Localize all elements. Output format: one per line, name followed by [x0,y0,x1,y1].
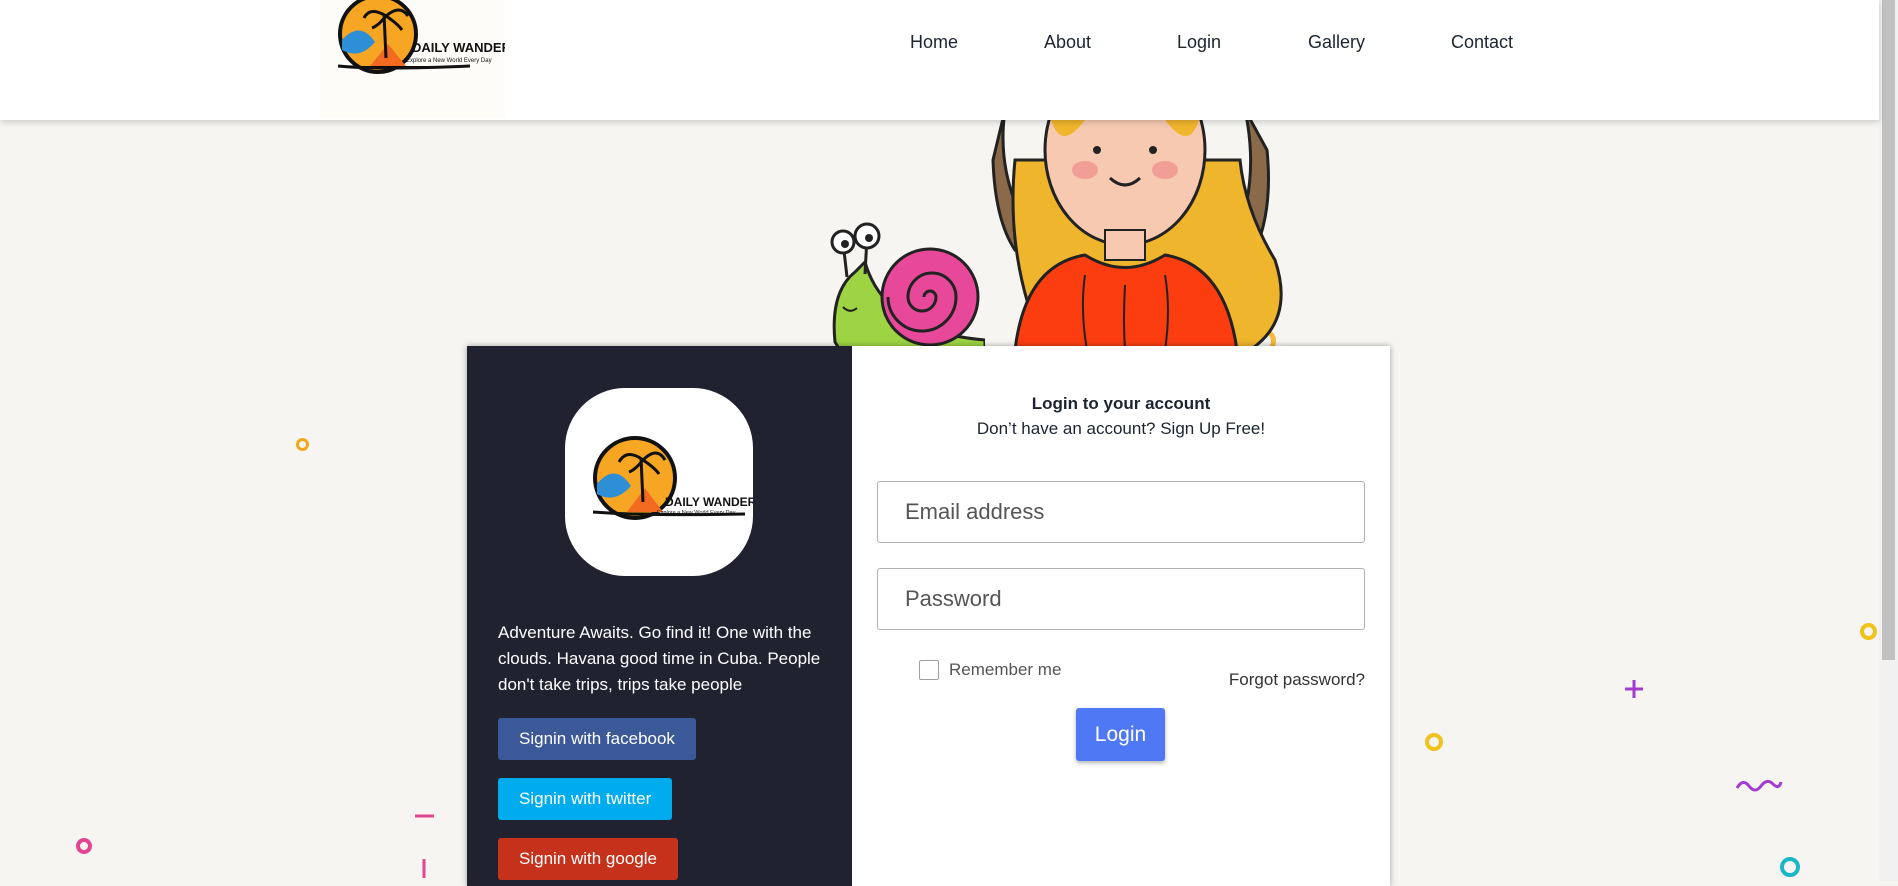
decor-ring [1860,623,1877,640]
decor-dash [422,859,426,878]
forgot-password-link[interactable]: Forgot password? [1229,670,1365,690]
promo-panel: DAILY WANDER Explore a New World Every D… [467,346,852,886]
scrollbar-thumb[interactable] [1882,0,1895,660]
logo-text: DAILY WANDER [412,40,505,55]
nav-contact[interactable]: Contact [1451,30,1513,54]
login-button[interactable]: Login [1076,708,1165,761]
login-title: Login to your account [1031,394,1211,413]
nav-home[interactable]: Home [910,30,958,54]
page-scrollbar[interactable] [1879,0,1898,881]
decor-ring [296,438,309,451]
email-field[interactable] [877,481,1365,543]
remember-me-label: Remember me [949,660,1062,679]
login-card: DAILY WANDER Explore a New World Every D… [467,346,1390,886]
panel-logo: DAILY WANDER Explore a New World Every D… [565,388,757,576]
decor-ring [76,838,92,854]
decor-dash [415,814,434,818]
signin-twitter-button[interactable]: Signin with twitter [498,778,673,820]
nav-about[interactable]: About [1044,30,1091,54]
nav-gallery[interactable]: Gallery [1308,30,1365,54]
snail-illustration [830,222,985,352]
panel-logo-subtext: Explore a New World Every Day [657,510,736,516]
top-navbar: DAILY WANDER Explore a New World Every D… [0,0,1879,120]
nav-login[interactable]: Login [1177,30,1221,54]
panel-logo-text: DAILY WANDER [665,495,753,509]
traveler-girl-illustration [991,100,1283,350]
signin-google-button[interactable]: Signin with google [498,838,678,880]
logo-subtext: Explore a New World Every Day [406,58,492,64]
remember-me-checkbox[interactable] [919,660,939,680]
decor-ring [1425,733,1443,751]
site-logo[interactable]: DAILY WANDER Explore a New World Every D… [320,0,512,118]
decor-plus [1625,680,1643,698]
signin-facebook-button[interactable]: Signin with facebook [498,718,696,760]
password-field[interactable] [877,568,1365,630]
adventure-tagline: Adventure Awaits. Go find it! One with t… [498,623,821,694]
decor-ring [1780,857,1800,877]
login-form-panel: Login to your account Don’t have an acco… [852,346,1390,886]
signup-prompt[interactable]: Don’t have an account? Sign Up Free! [852,419,1390,439]
decor-squiggle [1735,779,1783,792]
